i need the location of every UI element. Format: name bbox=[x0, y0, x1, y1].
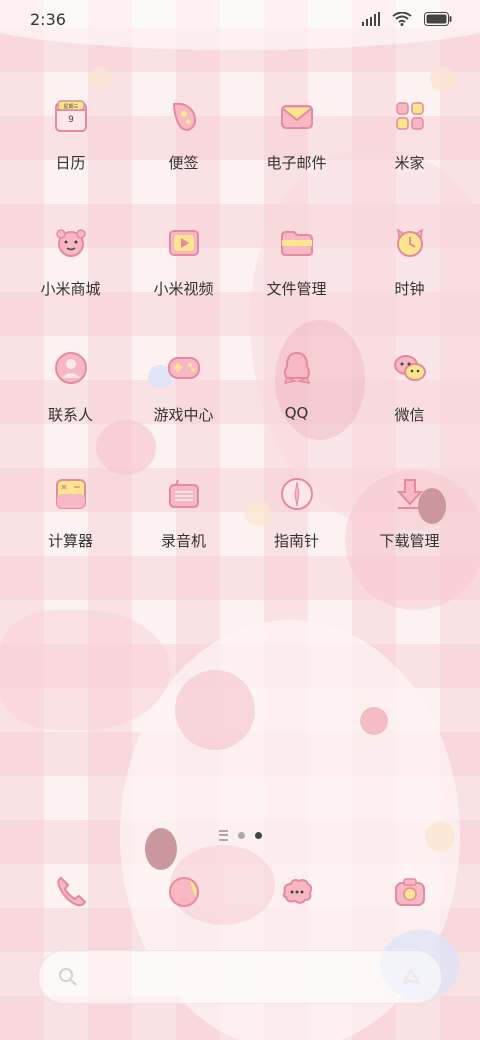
folder-icon bbox=[280, 231, 313, 256]
dock bbox=[14, 872, 466, 924]
compass-icon bbox=[280, 478, 313, 510]
app-video[interactable]: 小米视频 bbox=[127, 218, 240, 328]
app-label: 小米商城 bbox=[40, 280, 101, 298]
app-email[interactable]: 电子邮件 bbox=[240, 92, 353, 202]
dock-phone[interactable] bbox=[14, 872, 127, 912]
wechat-icon bbox=[393, 355, 426, 381]
app-label: 电子邮件 bbox=[266, 154, 327, 172]
download-icon bbox=[396, 479, 423, 509]
contacts-icon bbox=[54, 352, 87, 384]
battery-icon bbox=[424, 12, 452, 26]
app-label: 文件管理 bbox=[266, 280, 327, 298]
video-icon bbox=[168, 230, 199, 256]
app-label: QQ bbox=[284, 404, 309, 422]
app-clock[interactable]: 时钟 bbox=[353, 218, 466, 328]
app-games[interactable]: 游戏中心 bbox=[127, 344, 240, 454]
calculator-icon bbox=[55, 479, 86, 509]
app-contacts[interactable]: 联系人 bbox=[14, 344, 127, 454]
app-calculator[interactable]: 计算器 bbox=[14, 470, 127, 580]
app-downloads[interactable]: 下载管理 bbox=[353, 470, 466, 580]
calendar-day: 9 bbox=[68, 115, 74, 125]
app-recorder[interactable]: 录音机 bbox=[127, 470, 240, 580]
app-label: 联系人 bbox=[47, 406, 93, 424]
app-label: 时钟 bbox=[394, 280, 425, 298]
dock-messages[interactable] bbox=[240, 872, 353, 912]
status-time: 2:36 bbox=[30, 10, 66, 29]
app-mall[interactable]: 小米商城 bbox=[14, 218, 127, 328]
app-label: 小米视频 bbox=[153, 280, 214, 298]
page-indicator-lines[interactable] bbox=[218, 830, 228, 841]
app-mijia[interactable]: 米家 bbox=[353, 92, 466, 202]
app-compass[interactable]: 指南针 bbox=[240, 470, 353, 580]
app-label: 计算器 bbox=[47, 532, 93, 550]
app-label: 便签 bbox=[168, 154, 199, 172]
phone-icon bbox=[56, 876, 86, 907]
messages-icon bbox=[282, 879, 312, 904]
app-label: 录音机 bbox=[160, 532, 206, 550]
wifi-icon bbox=[392, 12, 412, 26]
app-label: 微信 bbox=[394, 406, 425, 424]
alarm-clock-icon bbox=[396, 228, 423, 257]
voice-assistant-icon[interactable] bbox=[399, 965, 423, 989]
search-icon[interactable] bbox=[57, 966, 79, 988]
app-label: 米家 bbox=[394, 154, 425, 172]
page-dot-1[interactable] bbox=[237, 832, 245, 839]
calendar-weekday: 星期三 bbox=[63, 104, 78, 110]
app-label: 游戏中心 bbox=[153, 406, 214, 424]
app-label: 日历 bbox=[55, 154, 86, 172]
app-label: 指南针 bbox=[273, 532, 319, 550]
browser-icon bbox=[168, 877, 199, 907]
signal-icon bbox=[362, 12, 380, 26]
page-dot-2[interactable] bbox=[254, 832, 262, 839]
app-calendar[interactable]: 星期三 9 日历 bbox=[14, 92, 127, 202]
app-qq[interactable]: QQ bbox=[240, 344, 353, 454]
dock-browser[interactable] bbox=[127, 872, 240, 912]
search-bar[interactable] bbox=[38, 950, 442, 1004]
camera-icon bbox=[394, 878, 425, 906]
recorder-icon bbox=[168, 479, 199, 508]
calendar-icon: 星期三 9 bbox=[54, 100, 87, 132]
notes-icon bbox=[172, 102, 196, 132]
page-indicator bbox=[0, 830, 480, 841]
status-bar: 2:36 bbox=[0, 0, 480, 40]
app-wechat[interactable]: 微信 bbox=[353, 344, 466, 454]
gamepad-icon bbox=[167, 357, 200, 379]
email-icon bbox=[280, 105, 313, 129]
app-files[interactable]: 文件管理 bbox=[240, 218, 353, 328]
dock-camera[interactable] bbox=[353, 872, 466, 912]
app-notes[interactable]: 便签 bbox=[127, 92, 240, 202]
app-label: 下载管理 bbox=[379, 532, 440, 550]
mall-icon bbox=[55, 229, 86, 257]
mijia-icon bbox=[395, 102, 424, 130]
qq-icon bbox=[283, 351, 310, 385]
